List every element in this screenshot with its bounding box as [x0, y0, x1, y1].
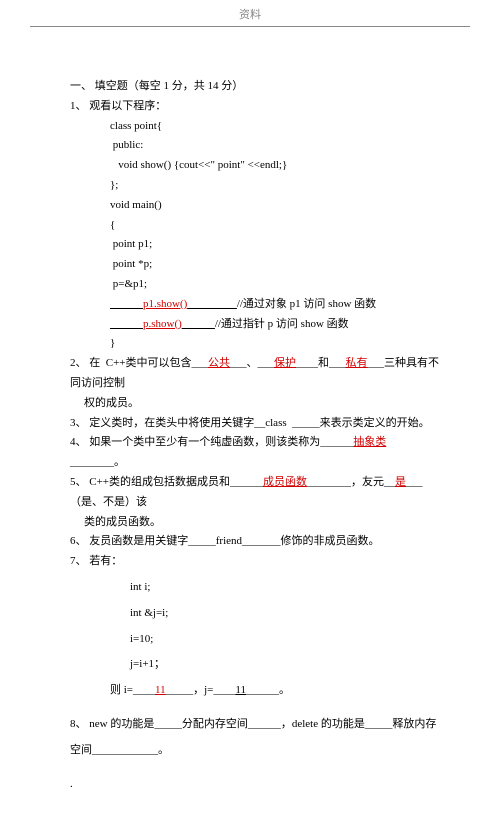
q2-pre: 2、 在 C++类中可以包含___	[70, 357, 208, 369]
q8-line1: 8、 new 的功能是_____分配内存空间______，delete 的功能是…	[70, 715, 440, 735]
q5-line1: 5、 C++类的组成包括数据成员和______成员函数________，友元__…	[70, 473, 440, 513]
section-title: 一、 填空题（每空 1 分，共 14 分）	[70, 77, 440, 97]
q1-code-8: p=&p1;	[70, 275, 440, 295]
page-header-title: 资料	[0, 0, 500, 22]
q1-code-3: };	[70, 176, 440, 196]
q4-post: ________。	[70, 456, 125, 468]
q1-code-4: void main()	[70, 196, 440, 216]
q6: 6、 友员函数是用关键字_____friend_______修饰的非成员函数。	[70, 532, 440, 552]
blank-underline: _________	[187, 298, 237, 310]
q5-line2: 类的成员函数。	[70, 513, 440, 533]
blank-underline: ______	[110, 298, 143, 310]
q2-line2: 权的成员。	[70, 394, 440, 414]
q3: 3、 定义类时，在类头中将使用关键字__class _____来表示类定义的开始…	[70, 414, 440, 434]
q7-label: 7、 若有：	[70, 552, 440, 572]
q4-pre: 4、 如果一个类中至少有一个纯虚函数，则该类称为______	[70, 436, 353, 448]
q7-res-mid: _____，j=____	[166, 684, 236, 696]
q1-answer-1: p1.show()	[143, 298, 187, 310]
q7-res-pre: 则 i=____	[110, 684, 155, 696]
q2-mid1: ___、___	[230, 357, 274, 369]
q1-code-0: class point{	[70, 117, 440, 137]
footer-dot: .	[70, 775, 440, 795]
q7-code-2: int &j=i;	[70, 604, 440, 624]
blank-underline: ______	[110, 318, 143, 330]
q2-answer-3: 私有	[346, 357, 368, 369]
q7-res-post: ______。	[246, 684, 290, 696]
q2-line1: 2、 在 C++类中可以包含___公共___、___保护____和___私有__…	[70, 354, 440, 394]
q8-line2: 空间____________。	[70, 741, 440, 761]
q1-comment-2: //通过指针 p 访问 show 函数	[215, 318, 349, 330]
q1-blank-1: ______p1.show()_________//通过对象 p1 访问 sho…	[70, 295, 440, 315]
document-body: 一、 填空题（每空 1 分，共 14 分） 1、 观看以下程序： class p…	[0, 27, 500, 814]
q2-mid2: ____和___	[296, 357, 346, 369]
q7-result: 则 i=____11_____，j=____11______。	[70, 681, 440, 701]
q1-code-1: public:	[70, 136, 440, 156]
q1-code-2: void show() {cout<<" point" <<endl;}	[70, 156, 440, 176]
q5-mid: ________，友元__	[307, 476, 395, 488]
q1-answer-2: p.show()	[143, 318, 182, 330]
q1-label: 1、 观看以下程序：	[70, 97, 440, 117]
q1-blank-2: ______p.show()______//通过指针 p 访问 show 函数	[70, 315, 440, 335]
q7-answer-2: 11	[235, 684, 246, 696]
q2-answer-1: 公共	[208, 357, 230, 369]
q5-answer-1: 成员函数	[263, 476, 307, 488]
q7-code-1: int i;	[70, 578, 440, 598]
spacer	[70, 761, 440, 775]
q5-answer-2: 是	[395, 476, 406, 488]
q7-answer-1: 11	[155, 684, 166, 696]
q1-code-7: point *p;	[70, 255, 440, 275]
spacer	[70, 701, 440, 715]
q4: 4、 如果一个类中至少有一个纯虚函数，则该类称为______抽象类 _______…	[70, 433, 440, 473]
q5-pre: 5、 C++类的组成包括数据成员和______	[70, 476, 263, 488]
q4-answer: 抽象类	[353, 436, 386, 448]
q1-close: }	[70, 334, 440, 354]
q7-code-4: j=i+1；	[70, 655, 440, 675]
q1-comment-1: //通过对象 p1 访问 show 函数	[237, 298, 376, 310]
blank-underline: ______	[182, 318, 215, 330]
q1-code-6: point p1;	[70, 235, 440, 255]
q7-code-3: i=10;	[70, 630, 440, 650]
q1-code-5: {	[70, 216, 440, 236]
page: 资料 一、 填空题（每空 1 分，共 14 分） 1、 观看以下程序： clas…	[0, 0, 500, 706]
q2-answer-2: 保护	[274, 357, 296, 369]
